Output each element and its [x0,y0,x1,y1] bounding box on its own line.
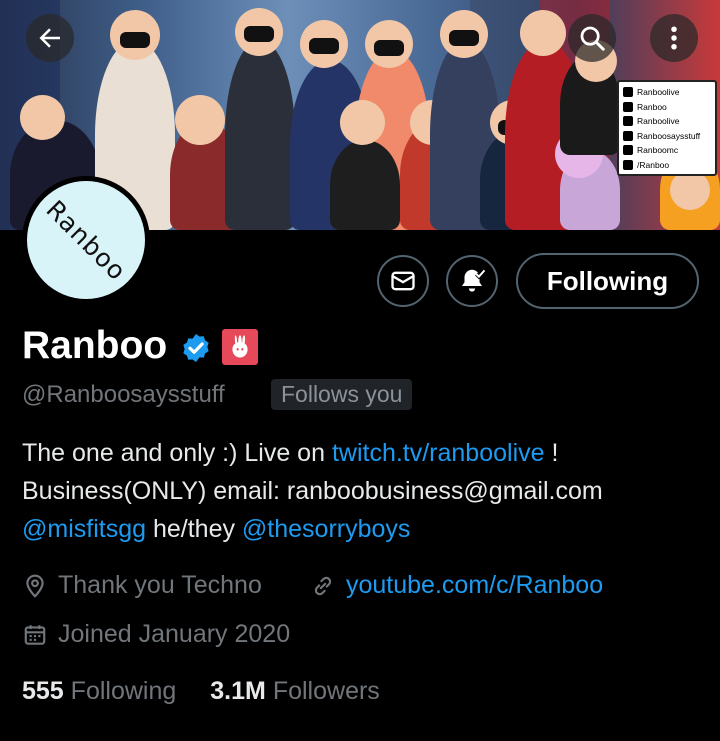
bio-line: The one and only :) Live on twitch.tv/ra… [22,439,559,467]
social-row: Ranboomc [623,143,711,158]
followers-stat[interactable]: 3.1M Followers [210,677,380,706]
rabbit-logo-icon [232,335,248,358]
message-button[interactable] [377,255,429,307]
bio-line: Business(ONLY) email: ranboobusiness@gma… [22,477,603,505]
social-row: Ranboo [623,100,711,115]
search-icon [580,26,605,51]
notifications-button[interactable] [446,255,498,307]
twitch-icon [623,87,633,98]
mention-misfitsgg[interactable]: @misfitsgg [22,515,146,543]
twitter-icon [623,130,633,141]
display-name: Ranboo [22,324,168,367]
link-icon [314,576,332,595]
mention-thesorryboys[interactable]: @thesorryboys [242,515,411,543]
website-link[interactable]: youtube.com/c/Ranboo [346,571,603,600]
back-arrow-icon [39,28,60,48]
social-row: Ranboolive [623,85,711,100]
location-pin-icon [26,574,44,598]
more-options-button[interactable] [650,14,698,62]
user-handle: @Ranboosaysstuff [22,381,225,408]
search-button[interactable] [568,14,616,62]
mail-icon [391,271,415,291]
back-button[interactable] [26,14,74,62]
social-row: Ranboolive [623,114,711,129]
avatar[interactable]: Ranboo [22,176,150,304]
following-stat[interactable]: 555 Following [22,677,176,706]
social-links-card: Ranboolive Ranboo Ranboolive Ranboosayss… [617,80,717,176]
avatar-text: Ranboo [40,194,132,286]
bell-check-icon [462,269,486,292]
more-vertical-icon [671,26,677,50]
joined-text: Joined January 2020 [58,620,291,648]
follows-you-badge: Follows you [271,379,413,410]
youtube-icon [623,101,633,112]
location-text: Thank you Techno [58,571,262,599]
location-row: Thank you Techno [22,571,262,600]
verified-badge-icon[interactable] [180,332,212,364]
profile-bio: The one and only :) Live on twitch.tv/ra… [22,434,712,548]
twitch-link[interactable]: twitch.tv/ranboolive [332,439,545,467]
social-row: Ranboosaysstuff [623,129,711,144]
website-row: youtube.com/c/Ranboo [310,571,603,600]
calendar-icon [24,624,46,645]
social-row: /Ranboo [623,158,711,173]
joined-row: Joined January 2020 [22,620,290,649]
bio-line: @misfitsgg he/they @thesorryboys [22,515,411,543]
follow-stats: 555 Following 3.1M Followers [22,677,380,706]
discord-icon [623,159,633,170]
following-button[interactable]: Following [516,253,699,309]
affiliate-badge[interactable] [222,329,258,365]
instagram-icon [623,145,633,156]
tiktok-icon [623,116,633,127]
avatar-image: Ranboo [27,181,145,299]
